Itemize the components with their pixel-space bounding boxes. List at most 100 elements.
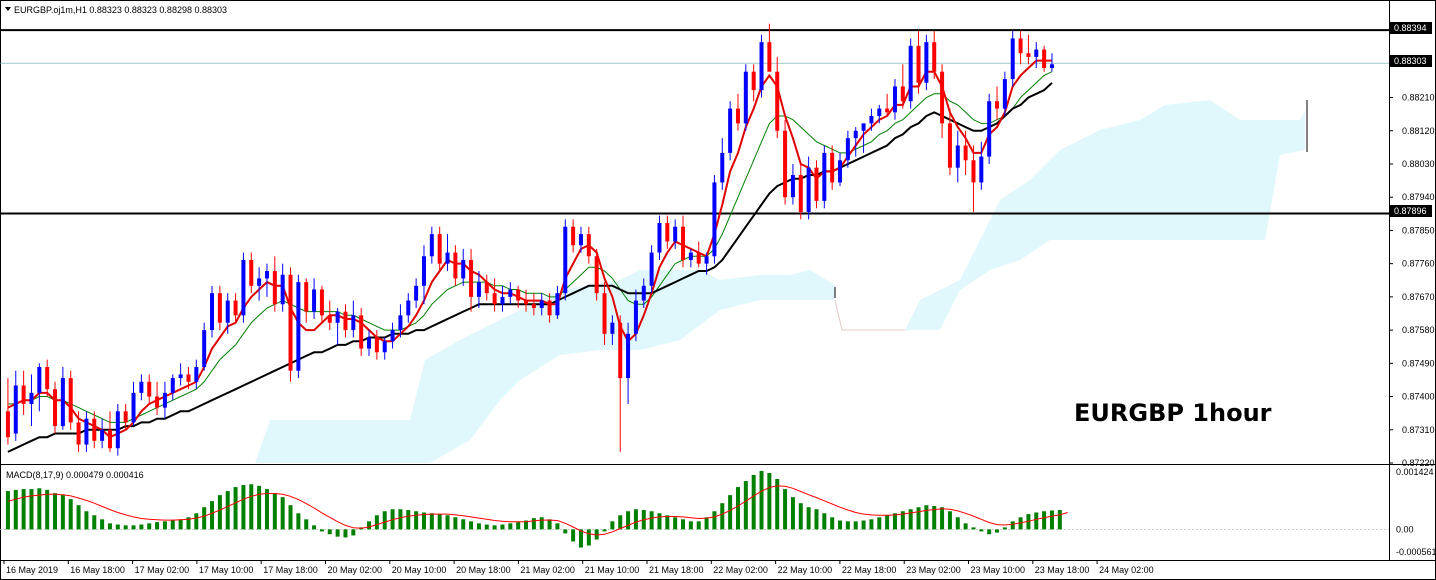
candle-body (885, 108, 890, 113)
macd-bar (492, 525, 497, 530)
candle-body (288, 274, 293, 371)
candle-body (1042, 49, 1047, 68)
time-tick-label: 22 May 18:00 (842, 565, 897, 575)
candle-body (790, 175, 795, 198)
candle-body (1002, 79, 1007, 109)
time-tick-label: 21 May 18:00 (649, 565, 704, 575)
candle-body (249, 259, 254, 286)
price-tick-label: 0.87850 (1402, 225, 1435, 235)
candle-body (359, 315, 364, 349)
macd-bar (853, 521, 858, 530)
macd-bar (649, 511, 654, 530)
support-label: 0.87896 (1390, 205, 1432, 217)
macd-bar (665, 515, 670, 530)
macd-bar (688, 521, 693, 530)
candle-body (555, 293, 560, 316)
time-tick-label: 23 May 02:00 (906, 565, 961, 575)
candle-body (563, 226, 568, 294)
candle-body (696, 252, 701, 264)
candle-body (814, 167, 819, 201)
time-tick-label: 17 May 10:00 (199, 565, 254, 575)
macd-bar (257, 485, 262, 530)
candle-body (398, 315, 403, 331)
time-tick-label: 16 May 18:00 (70, 565, 125, 575)
time-tick-label: 17 May 02:00 (135, 565, 190, 575)
macd-bar (728, 495, 733, 530)
macd-bar (147, 523, 152, 530)
macd-bar (877, 517, 882, 530)
candle-body (107, 429, 112, 449)
macd-bar (602, 529, 607, 532)
candle-body (225, 300, 230, 323)
macd-bar (272, 493, 277, 530)
macd-bar (45, 489, 50, 530)
macd-bar (327, 529, 332, 535)
candle-body (414, 285, 419, 301)
macd-bar (743, 481, 748, 530)
candle-body (445, 252, 450, 264)
macd-bar (657, 513, 662, 530)
time-tick-label: 22 May 10:00 (778, 565, 833, 575)
candle-body (1049, 64, 1054, 68)
candle-body (995, 101, 1000, 109)
svg-text:0.88394: 0.88394 (1394, 23, 1427, 33)
candle-body (916, 45, 921, 83)
macd-bar (100, 519, 105, 530)
macd-bar (806, 507, 811, 530)
candle-body (932, 42, 937, 72)
macd-bar (123, 525, 128, 530)
candle-body (759, 42, 764, 91)
macd-bar (178, 519, 183, 530)
candle-body (374, 337, 379, 353)
macd-bar (830, 517, 835, 530)
candle-body (869, 115, 874, 124)
candle-body (453, 252, 458, 279)
macd-bar (979, 529, 984, 532)
macd-bar (1010, 521, 1015, 530)
candle-body (100, 429, 105, 441)
candle-body (524, 300, 529, 305)
macd-bar (217, 495, 222, 530)
current-price-label: 0.88303 (1390, 55, 1432, 67)
price-tick-label: 0.88210 (1402, 93, 1435, 103)
macd-bar (13, 489, 18, 530)
candle-body (421, 256, 426, 286)
macd-tick-label: 0.00 (1396, 524, 1414, 534)
candle-body (76, 422, 81, 445)
macd-bar (351, 529, 356, 536)
candle-body (37, 367, 42, 393)
macd-bar (783, 489, 788, 530)
macd-bar (1034, 512, 1039, 530)
macd-bar (838, 520, 843, 530)
price-tick-label: 0.87580 (1402, 325, 1435, 335)
macd-bar (681, 519, 686, 530)
candle-body (476, 282, 481, 297)
macd-bar (115, 524, 120, 530)
macd-bar (92, 515, 97, 530)
header[interactable]: EURGBP.oj1m,H1 0.88323 0.88323 0.88298 0… (5, 5, 227, 15)
candle-body (139, 381, 144, 393)
candle-body (123, 411, 128, 423)
macd-bar (202, 507, 207, 530)
macd-bar (578, 529, 583, 548)
macd-bar (335, 529, 340, 537)
time-tick-label: 23 May 10:00 (971, 565, 1026, 575)
candle-body (390, 330, 395, 342)
candle-body (367, 337, 372, 349)
candle-body (979, 156, 984, 183)
macd-bar (264, 489, 269, 530)
macd-bar (1049, 510, 1054, 530)
candle-body (704, 256, 709, 264)
time-tick-label: 21 May 02:00 (520, 565, 575, 575)
candle-body (312, 289, 317, 312)
macd-bar (955, 517, 960, 530)
macd-bar (798, 503, 803, 530)
candle-body (539, 300, 544, 308)
price-tick-label: 0.88030 (1402, 159, 1435, 169)
candle-body (68, 378, 73, 423)
candle-body (924, 42, 929, 83)
candle-body (626, 333, 631, 379)
macd-bar (759, 470, 764, 530)
watermark: EURGBP 1hour (1074, 399, 1272, 427)
macd-bar (484, 524, 489, 530)
